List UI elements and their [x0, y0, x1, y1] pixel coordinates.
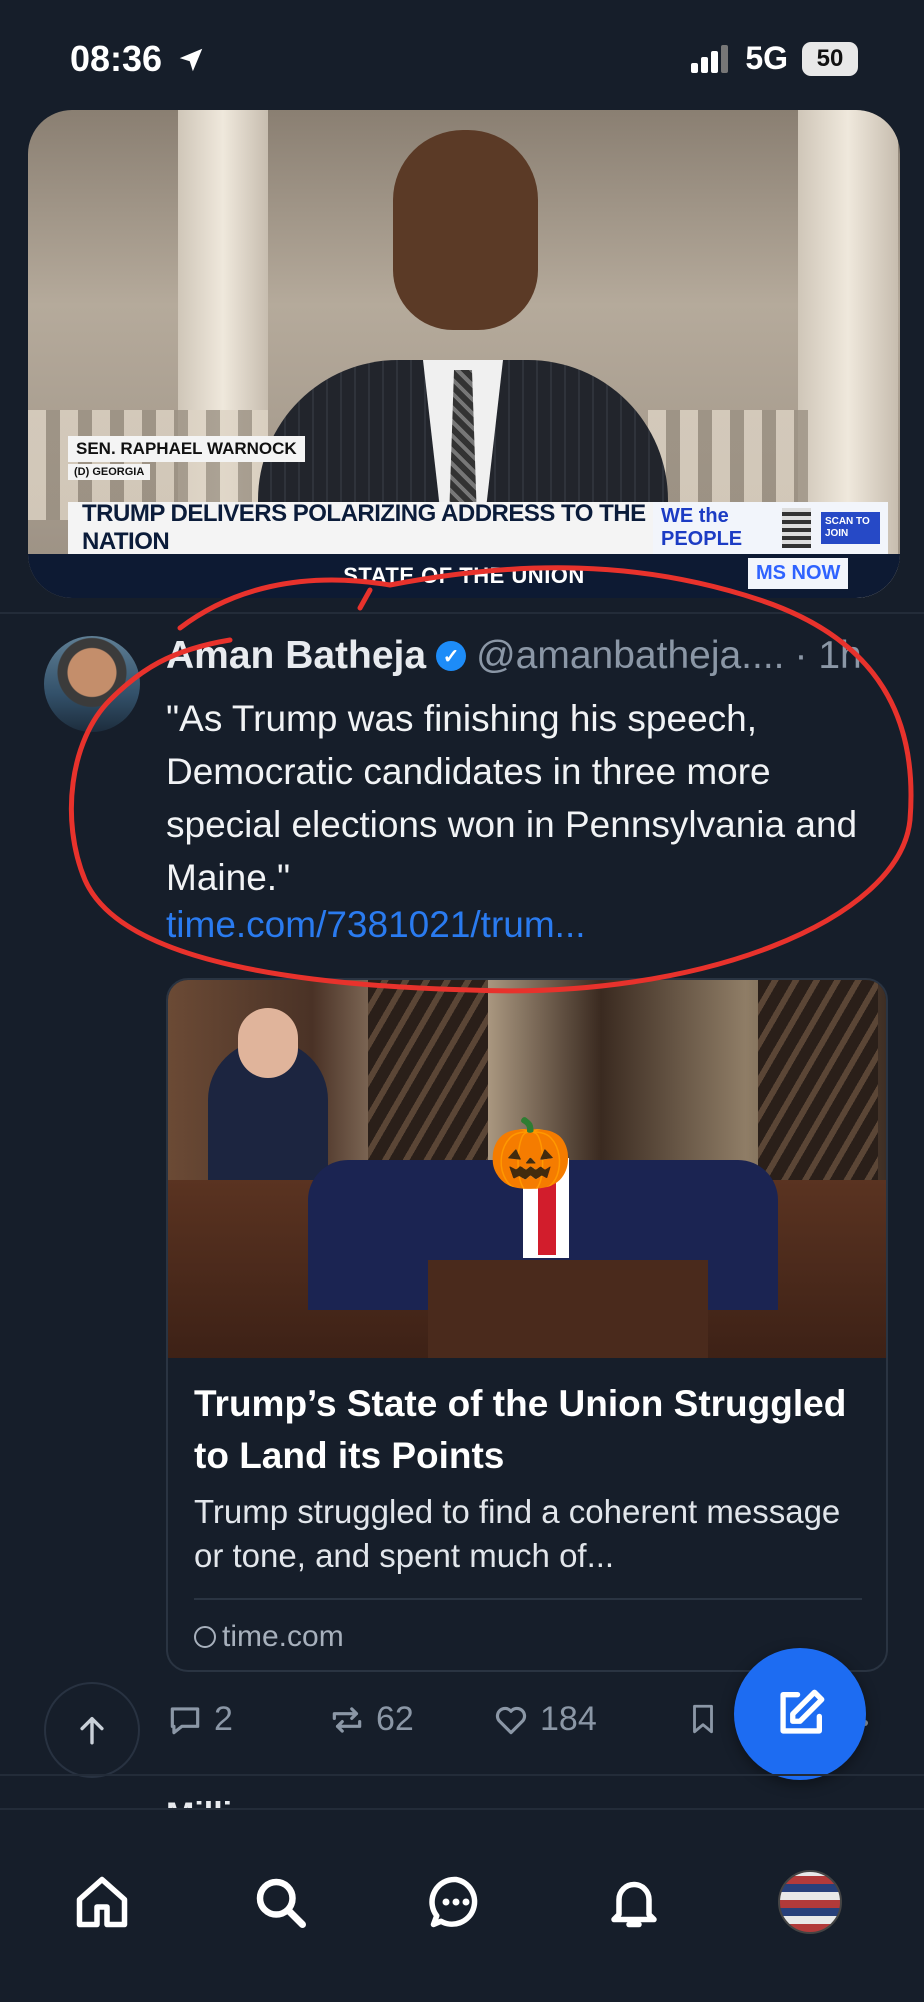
battery-indicator: 50 — [802, 41, 858, 76]
chat-icon — [429, 1876, 478, 1928]
post-header: Aman Batheja ✓ @amanbatheja.... · 1h — [166, 634, 862, 678]
nav-notifications[interactable] — [602, 1870, 666, 1934]
bottom-navigation — [0, 1808, 924, 2002]
repost-button[interactable]: 62 — [328, 1700, 414, 1739]
pumpkin-emoji-icon: 🎃 — [488, 1116, 573, 1192]
next-post-author[interactable]: Milli... — [166, 1796, 260, 1808]
network-logo: MS NOW — [748, 558, 849, 589]
promo-box: WE the PEOPLE SCAN TO JOIN — [653, 502, 888, 554]
reply-count: 2 — [214, 1700, 233, 1738]
scroll-to-top-button[interactable] — [44, 1682, 140, 1778]
link-card-domain: time.com — [194, 1620, 344, 1654]
bookmark-button[interactable] — [686, 1700, 720, 1738]
background-person-head — [238, 1008, 298, 1078]
search-icon — [256, 1878, 306, 1928]
arrow-up-icon — [80, 1716, 104, 1745]
speaker-head — [393, 130, 538, 330]
podium — [428, 1260, 708, 1358]
bell-icon — [611, 1881, 657, 1928]
post-time: · 1h — [794, 634, 862, 677]
heart-icon — [495, 1706, 527, 1734]
author-handle[interactable]: @amanbatheja.... — [476, 634, 784, 678]
compose-icon — [780, 1689, 825, 1734]
nav-messages[interactable] — [424, 1870, 488, 1934]
feed-divider — [0, 1774, 924, 1776]
link-card-description: Trump struggled to find a coherent messa… — [194, 1493, 841, 1574]
status-indicators: 5G 50 — [691, 40, 858, 77]
globe-icon — [194, 1626, 216, 1648]
feed-divider — [0, 612, 924, 614]
video-player[interactable]: SEN. RAPHAEL WARNOCK (D) GEORGIA TRUMP D… — [28, 110, 900, 598]
scan-text: SCAN TO JOIN — [820, 512, 880, 544]
repost-icon — [332, 1706, 362, 1733]
like-count: 184 — [540, 1700, 597, 1738]
link-preview-image: 🎃 — [168, 980, 886, 1358]
nav-profile[interactable] — [778, 1870, 842, 1934]
profile-avatar — [778, 1870, 842, 1934]
link-card-divider — [194, 1598, 862, 1600]
home-icon — [76, 1876, 128, 1928]
signal-icon — [691, 44, 729, 73]
compose-button[interactable] — [734, 1648, 866, 1780]
post-link[interactable]: time.com/7381021/trum... — [166, 904, 586, 946]
marble-column — [758, 980, 878, 1200]
author-name[interactable]: Aman Batheja — [166, 634, 426, 678]
repost-count: 62 — [376, 1700, 414, 1738]
chyron-affiliation: (D) GEORGIA — [68, 464, 151, 480]
chyron-name: SEN. RAPHAEL WARNOCK — [68, 436, 305, 462]
promo-text: WE the PEOPLE — [661, 505, 743, 550]
network-label: 5G — [745, 40, 788, 76]
nav-home[interactable] — [70, 1870, 134, 1934]
qr-code-icon — [782, 508, 811, 548]
link-card-title: Trump’s State of the Union Struggled to … — [194, 1383, 847, 1476]
reply-button[interactable]: 2 — [166, 1700, 233, 1739]
reply-icon — [170, 1706, 200, 1734]
location-arrow-icon — [179, 48, 203, 72]
author-avatar[interactable] — [44, 636, 140, 732]
verified-badge-icon: ✓ — [436, 641, 467, 671]
link-domain-text: time.com — [222, 1620, 344, 1653]
nav-search[interactable] — [248, 1870, 312, 1934]
chyron-headline: TRUMP DELIVERS POLARIZING ADDRESS TO THE… — [68, 500, 668, 555]
post-text: "As Trump was finishing his speech, Demo… — [166, 698, 858, 898]
like-button[interactable]: 184 — [492, 1700, 597, 1739]
bookmark-icon — [693, 1704, 713, 1734]
status-time: 08:36 — [70, 38, 206, 80]
link-preview-card[interactable]: 🎃 Trump’s State of the Union Struggled t… — [166, 978, 888, 1672]
